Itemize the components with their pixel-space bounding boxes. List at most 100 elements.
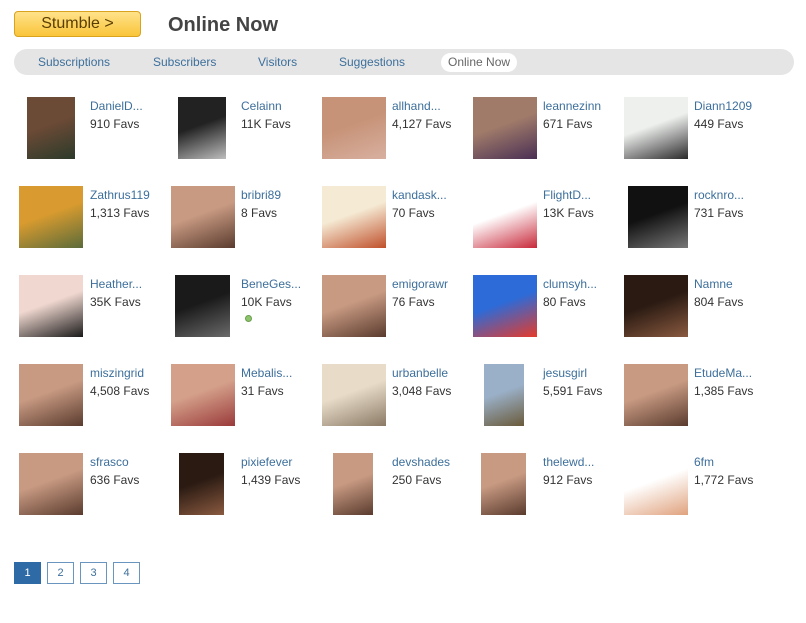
user-card[interactable]: emigorawr 76 Favs [321,275,471,345]
favs-count: 1,772 Favs [694,473,754,487]
page-title: Online Now [168,14,278,36]
favs-count: 5,591 Favs [543,384,603,398]
user-avatar-woman-photo[interactable] [473,97,537,159]
favs-count: 1,385 Favs [694,384,754,398]
user-avatar-woman-portrait[interactable] [19,364,83,426]
username-link[interactable]: rocknro... [694,188,744,202]
page-3-button[interactable]: 3 [80,562,107,584]
page-2-button[interactable]: 2 [47,562,74,584]
user-card[interactable]: thelewd... 912 Favs [472,453,622,523]
favs-count: 1,439 Favs [241,473,301,487]
user-card[interactable]: EtudeMa... 1,385 Favs [623,364,773,434]
favs-count: 731 Favs [694,206,744,220]
username-link[interactable]: pixiefever [241,455,292,469]
user-card[interactable]: jesusgirl 5,591 Favs [472,364,622,434]
user-card[interactable]: DanielD... 910 Favs [19,97,169,167]
online-status-icon [245,315,252,322]
user-card[interactable]: pixiefever 1,439 Favs [170,453,320,523]
username-link[interactable]: emigorawr [392,277,448,291]
user-avatar-man-portrait[interactable] [27,97,75,159]
user-avatar-woman-portrait[interactable] [481,453,526,515]
username-link[interactable]: Diann1209 [694,99,752,113]
favs-count: 250 Favs [392,473,442,487]
user-avatar-woman-portrait[interactable] [624,364,688,426]
user-card[interactable]: Celainn 11K Favs [170,97,320,167]
user-avatar-field-landscape[interactable] [484,364,524,426]
tab-subscribers[interactable]: Subscribers [153,53,216,72]
stumble-button[interactable]: Stumble > [14,11,141,37]
page-4-button[interactable]: 4 [113,562,140,584]
tab-suggestions[interactable]: Suggestions [339,53,405,72]
favs-count: 31 Favs [241,384,284,398]
user-avatar-pop-art-grid[interactable] [473,275,537,337]
user-avatar-bird-branch-art[interactable] [322,186,386,248]
username-link[interactable]: bribri89 [241,188,281,202]
username-link[interactable]: thelewd... [543,455,594,469]
user-avatar-woman-portrait[interactable] [322,275,386,337]
user-card[interactable]: leannezinn 671 Favs [472,97,622,167]
username-link[interactable]: DanielD... [90,99,143,113]
username-link[interactable]: devshades [392,455,450,469]
tab-subscriptions[interactable]: Subscriptions [38,53,110,72]
user-avatar-lighthouse-photo[interactable] [624,97,688,159]
username-link[interactable]: miszingrid [90,366,144,380]
user-card[interactable]: BeneGes... 10K Favs [170,275,320,345]
user-avatar-older-man-portrait[interactable] [322,97,386,159]
username-link[interactable]: EtudeMa... [694,366,752,380]
user-avatar-woman-dark-portrait[interactable] [179,453,224,515]
user-avatar-cartoon-cat[interactable] [19,186,83,248]
username-link[interactable]: sfrasco [90,455,129,469]
tab-visitors[interactable]: Visitors [258,53,297,72]
favs-count: 804 Favs [694,295,744,309]
user-avatar-woman-dark-portrait[interactable] [624,275,688,337]
username-link[interactable]: clumsyh... [543,277,597,291]
favs-count: 10K Favs [241,295,292,309]
user-card[interactable]: devshades 250 Favs [321,453,471,523]
username-link[interactable]: allhand... [392,99,441,113]
user-avatar-woman-portrait[interactable] [19,453,83,515]
user-card[interactable]: clumsyh... 80 Favs [472,275,622,345]
page-1-button[interactable]: 1 [14,562,41,584]
favs-count: 13K Favs [543,206,594,220]
username-link[interactable]: Celainn [241,99,282,113]
user-avatar-woman-portrait[interactable] [333,453,373,515]
user-avatar-hand-gesture-art[interactable] [624,453,688,515]
user-avatar-eagle-flag-art[interactable] [473,186,537,248]
username-link[interactable]: kandask... [392,188,447,202]
username-link[interactable]: Namne [694,277,733,291]
favs-count: 4,508 Favs [90,384,150,398]
user-avatar-muppet-figure[interactable] [175,275,230,337]
user-card[interactable]: Diann1209 449 Favs [623,97,773,167]
user-card[interactable]: sfrasco 636 Favs [19,453,169,523]
favs-count: 671 Favs [543,117,593,131]
user-card[interactable]: FlightD... 13K Favs [472,186,622,256]
user-avatar-woman-portrait[interactable] [171,186,235,248]
user-card[interactable]: rocknro... 731 Favs [623,186,773,256]
username-link[interactable]: Zathrus119 [90,188,150,202]
user-card[interactable]: kandask... 70 Favs [321,186,471,256]
user-card[interactable]: Zathrus119 1,313 Favs [19,186,169,256]
user-card[interactable]: allhand... 4,127 Favs [321,97,471,167]
user-card[interactable]: Heather... 35K Favs [19,275,169,345]
username-link[interactable]: Mebalis... [241,366,292,380]
username-link[interactable]: urbanbelle [392,366,448,380]
user-avatar-bw-guitar-text[interactable] [628,186,688,248]
user-card[interactable]: Mebalis... 31 Favs [170,364,320,434]
user-card[interactable]: bribri89 8 Favs [170,186,320,256]
username-link[interactable]: jesusgirl [543,366,587,380]
user-card[interactable]: miszingrid 4,508 Favs [19,364,169,434]
username-link[interactable]: leannezinn [543,99,601,113]
username-link[interactable]: BeneGes... [241,277,301,291]
user-card[interactable]: urbanbelle 3,048 Favs [321,364,471,434]
tab-online-now[interactable]: Online Now [441,53,518,72]
username-link[interactable]: FlightD... [543,188,591,202]
user-avatar-face-art[interactable] [19,275,83,337]
user-avatar-sepia-portrait[interactable] [322,364,386,426]
tab-bar: Subscriptions Subscribers Visitors Sugge… [14,49,794,75]
user-card[interactable]: Namne 804 Favs [623,275,773,345]
user-card[interactable]: 6fm 1,772 Favs [623,453,773,523]
username-link[interactable]: Heather... [90,277,142,291]
user-avatar-bw-concert-photo[interactable] [178,97,226,159]
user-avatar-face-paint-portrait[interactable] [171,364,235,426]
username-link[interactable]: 6fm [694,455,714,469]
